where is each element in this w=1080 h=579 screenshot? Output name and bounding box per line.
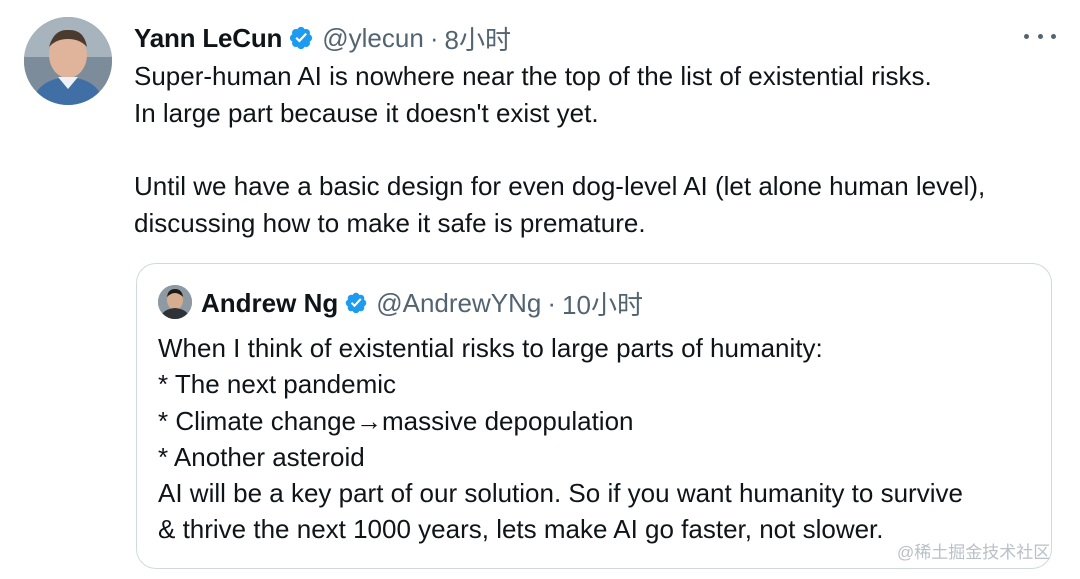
tweet[interactable]: Yann LeCun @ylecun · 8小时 Super-human AI … — [0, 0, 1080, 579]
tweet-text-line: Super-human AI is nowhere near the top o… — [134, 61, 932, 91]
quoted-author-handle[interactable]: @AndrewYNg — [376, 288, 541, 319]
quoted-text-line: & thrive the next 1000 years, lets make … — [158, 514, 884, 545]
quoted-text-line: * Another asteroid — [158, 441, 365, 472]
tweet-text-line: discussing how to make it safe is premat… — [134, 208, 646, 238]
quoted-text-line: When I think of existential risks to lar… — [158, 333, 823, 363]
quoted-tweet[interactable]: Andrew Ng @AndrewYNg · 10小时 When I think… — [136, 263, 1052, 569]
more-options-icon[interactable] — [1024, 26, 1056, 46]
verified-badge-icon — [288, 25, 314, 51]
verified-badge-icon — [344, 291, 368, 315]
tweet-text-line: Until we have a basic design for even do… — [134, 171, 986, 201]
author-avatar[interactable] — [24, 17, 112, 105]
quoted-author-avatar[interactable] — [158, 285, 192, 319]
quoted-text-line: AI will be a key part of our solution. S… — [158, 478, 963, 509]
author-name[interactable]: Yann LeCun — [134, 23, 282, 54]
tweet-timestamp[interactable]: 8小时 — [444, 20, 510, 57]
tweet-header: Yann LeCun @ylecun · 8小时 — [134, 18, 511, 58]
tweet-text-line: In large part because it doesn't exist y… — [134, 98, 599, 128]
quoted-author-name[interactable]: Andrew Ng — [201, 288, 338, 319]
author-handle[interactable]: @ylecun — [322, 23, 424, 54]
quoted-tweet-text: When I think of existential risks to lar… — [158, 330, 963, 548]
quoted-tweet-header: Andrew Ng @AndrewYNg · 10小时 — [201, 284, 643, 322]
quoted-tweet-timestamp[interactable]: 10小时 — [562, 285, 643, 322]
tweet-text: Super-human AI is nowhere near the top o… — [134, 58, 1064, 242]
quoted-text-line: * Climate change→massive depopulation — [158, 405, 634, 436]
watermark: @稀土掘金技术社区 — [897, 543, 1051, 562]
quoted-text-line: * The next pandemic — [158, 369, 396, 400]
separator-dot: · — [429, 22, 439, 53]
separator-dot: · — [547, 287, 557, 318]
